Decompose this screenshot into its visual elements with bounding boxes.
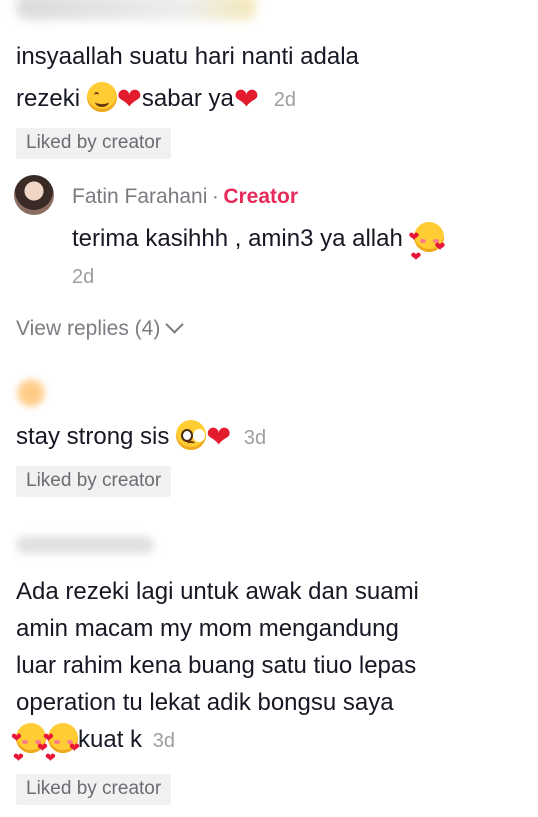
avatar[interactable]: [14, 175, 54, 215]
comment-text: Ada rezeki lagi untuk awak dan suami ami…: [11, 573, 419, 760]
blurred-username: [16, 0, 256, 20]
smiling-face-with-hearts-emoji: [11, 719, 46, 756]
red-heart-emoji: ❤: [116, 83, 142, 116]
comment-text: stay strong sis ❤ 3d: [16, 420, 267, 454]
view-replies-button[interactable]: View replies (4): [16, 315, 185, 341]
blurred-avatar: [16, 378, 46, 408]
comment-text: insyaallah suatu hari nanti adala: [16, 43, 359, 70]
reply-author-row: Fatin Farahani · Creator: [72, 185, 298, 209]
liked-by-creator-badge: Liked by creator: [16, 774, 172, 805]
comment-timestamp: 3d: [243, 427, 267, 449]
red-heart-emoji: ❤: [206, 421, 232, 454]
reply-timestamp: 2d: [72, 266, 95, 288]
red-heart-emoji: ❤: [233, 83, 260, 116]
chevron-down-icon: [165, 315, 185, 334]
view-replies-label[interactable]: View replies (4): [16, 317, 160, 340]
creator-badge: Creator: [223, 185, 299, 208]
smiling-face-with-hearts-emoji: [409, 218, 444, 255]
reply-author-name[interactable]: Fatin Farahani: [72, 185, 207, 208]
separator: ·: [211, 185, 219, 208]
liked-by-creator-badge: Liked by creator: [16, 466, 172, 497]
comment-timestamp: 2d: [273, 89, 296, 111]
smiling-face-emoji: [86, 82, 117, 112]
smiling-face-with-hearts-emoji: [43, 719, 78, 756]
comment-text-line2: rezeki ❤sabar ya❤ 2d: [16, 82, 296, 116]
blurred-username: [16, 536, 154, 554]
reply-text: terima kasihhh , amin3 ya allah: [72, 218, 444, 257]
liked-by-creator-badge: Liked by creator: [16, 128, 172, 159]
comment-timestamp: 3d: [152, 730, 175, 752]
pleading-face-emoji: [176, 420, 207, 450]
